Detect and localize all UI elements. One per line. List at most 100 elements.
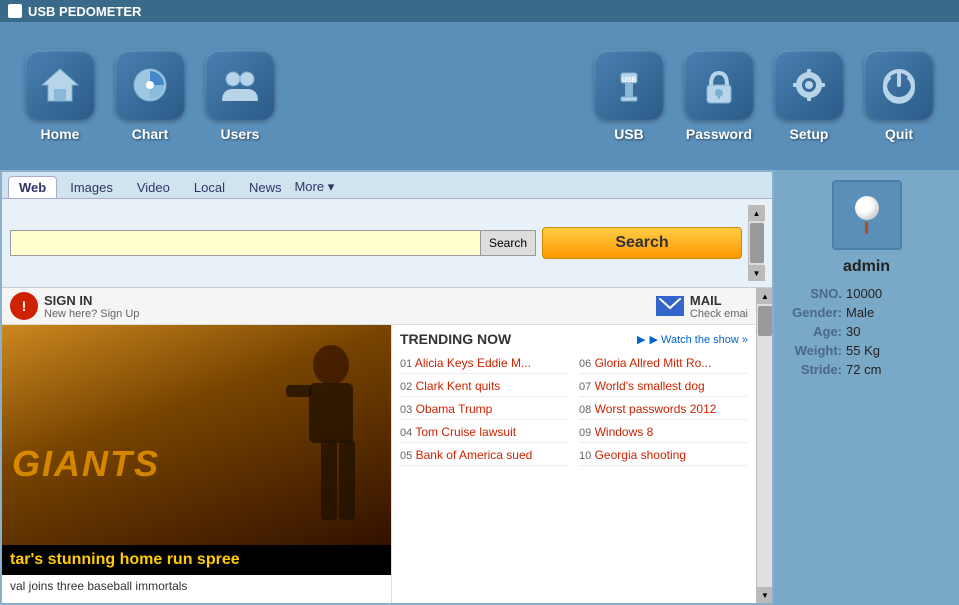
search-input[interactable] (11, 231, 480, 255)
mail-label: MAIL (690, 293, 748, 308)
navbar: Home Chart Users U (0, 22, 959, 170)
usb-label: USB (614, 126, 644, 142)
home-icon-box (25, 50, 95, 120)
tab-more[interactable]: More ▾ (294, 179, 334, 195)
right-panel: admin SNO.10000Gender:MaleAge:30Weight:5… (774, 170, 959, 605)
featured-story: GIANTS (2, 325, 392, 603)
signin-label: SIGN IN (44, 293, 139, 308)
signin-block: ! SIGN IN New here? Sign Up (10, 292, 139, 320)
usb-icon-box: USB (594, 50, 664, 120)
giants-text: GIANTS (12, 443, 160, 485)
profile-row: Age: 30 (784, 322, 949, 341)
golf-ball-icon (855, 196, 879, 220)
player-background: GIANTS (2, 325, 391, 545)
profile-row: Weight: 55 Kg (784, 341, 949, 360)
profile-info-table: SNO.10000Gender:MaleAge:30Weight:55 KgSt… (784, 284, 949, 379)
tab-local[interactable]: Local (183, 176, 236, 198)
tab-video[interactable]: Video (126, 176, 181, 198)
nav-quit[interactable]: Quit (859, 50, 939, 142)
password-icon (697, 63, 741, 107)
home-icon (38, 63, 82, 107)
mail-block: MAIL Check emai (656, 293, 748, 320)
browser-panel: Web Images Video Local News More ▾ Searc… (0, 170, 774, 605)
quit-icon (877, 63, 921, 107)
mail-sub: Check emai (690, 308, 748, 320)
news-area: GIANTS (2, 325, 756, 603)
nav-chart[interactable]: Chart (110, 50, 190, 142)
trend-item[interactable]: 03 Obama Trump (400, 399, 569, 420)
trend-item[interactable]: 01 Alicia Keys Eddie M... (400, 353, 569, 374)
quit-icon-box (864, 50, 934, 120)
profile-field-value: 30 (846, 324, 860, 339)
trend-item[interactable]: 10 Georgia shooting (579, 445, 748, 466)
signin-icon: ! (10, 292, 38, 320)
profile-field-value: 55 Kg (846, 343, 880, 358)
chart-label: Chart (132, 126, 169, 142)
story-text2: y of power in the World Series. (2, 597, 391, 603)
setup-icon-box (774, 50, 844, 120)
profile-field-label: Stride: (784, 362, 842, 377)
profile-name: admin (843, 258, 890, 276)
profile-field-label: SNO. (784, 286, 842, 301)
scroll-thumb[interactable] (750, 223, 764, 263)
trend-item[interactable]: 08 Worst passwords 2012 (579, 399, 748, 420)
golf-tee-icon (865, 222, 868, 234)
profile-field-value: Male (846, 305, 874, 320)
nav-usb[interactable]: USB USB (589, 50, 669, 142)
scroll-up-arrow[interactable]: ▲ (749, 205, 765, 221)
profile-row: SNO. 10000 (784, 284, 949, 303)
browser-inner: ! SIGN IN New here? Sign Up MAIL (2, 288, 756, 603)
trend-item[interactable]: 02 Clark Kent quits (400, 376, 569, 397)
content-scroll-down[interactable]: ▼ (757, 587, 772, 603)
tab-news[interactable]: News (238, 176, 293, 198)
player-silhouette (191, 325, 391, 545)
nav-users[interactable]: Users (200, 50, 280, 142)
browser-content: ! SIGN IN New here? Sign Up MAIL (2, 288, 772, 603)
search-small-button[interactable]: Search (480, 231, 535, 255)
trend-item[interactable]: 04 Tom Cruise lawsuit (400, 422, 569, 443)
main-area: Web Images Video Local News More ▾ Searc… (0, 170, 959, 605)
quit-label: Quit (885, 126, 913, 142)
nav-password[interactable]: Password (679, 50, 759, 142)
svg-text:USB: USB (622, 77, 637, 84)
users-icon (218, 63, 262, 107)
trending-grid: 01 Alicia Keys Eddie M... 06 Gloria Allre… (400, 353, 748, 466)
story-text1: val joins three baseball immortals (2, 575, 391, 597)
trend-item[interactable]: 07 World's smallest dog (579, 376, 748, 397)
golf-scene (855, 196, 879, 234)
title-bar: USB PEDOMETER (0, 0, 959, 22)
trend-item[interactable]: 06 Gloria Allred Mitt Ro... (579, 353, 748, 374)
watch-show-button[interactable]: ▶ ▶ Watch the show » (637, 333, 748, 346)
profile-field-value: 10000 (846, 286, 882, 301)
content-scroll-thumb[interactable] (758, 306, 772, 336)
nav-home[interactable]: Home (20, 50, 100, 142)
trend-item[interactable]: 09 Windows 8 (579, 422, 748, 443)
signin-sub: New here? Sign Up (44, 308, 139, 320)
scroll-down-arrow[interactable]: ▼ (749, 265, 765, 281)
nav-setup[interactable]: Setup (769, 50, 849, 142)
tab-images[interactable]: Images (59, 176, 124, 198)
search-bar: Search Search ▲ ▼ (2, 199, 772, 288)
mail-text-block: MAIL Check emai (690, 293, 748, 320)
content-scroll-up[interactable]: ▲ (757, 288, 772, 304)
search-input-wrap: Search (10, 230, 536, 256)
setup-label: Setup (790, 126, 829, 142)
profile-field-label: Weight: (784, 343, 842, 358)
profile-field-label: Age: (784, 324, 842, 339)
search-big-button[interactable]: Search (542, 227, 742, 259)
story-image: GIANTS (2, 325, 391, 545)
signin-bar: ! SIGN IN New here? Sign Up MAIL (2, 288, 756, 325)
content-scroll-track[interactable] (757, 304, 772, 587)
setup-icon (787, 63, 831, 107)
profile-field-value: 72 cm (846, 362, 881, 377)
usb-icon: USB (607, 63, 651, 107)
story-headline: tar's stunning home run spree (2, 545, 391, 575)
users-label: Users (221, 126, 260, 142)
tab-web[interactable]: Web (8, 176, 57, 198)
signin-text-block: SIGN IN New here? Sign Up (44, 293, 139, 320)
vertical-scrollbar[interactable]: ▲ ▼ (748, 205, 764, 281)
home-label: Home (41, 126, 80, 142)
avatar (832, 180, 902, 250)
trend-item[interactable]: 05 Bank of America sued (400, 445, 569, 466)
content-scrollbar[interactable]: ▲ ▼ (756, 288, 772, 603)
